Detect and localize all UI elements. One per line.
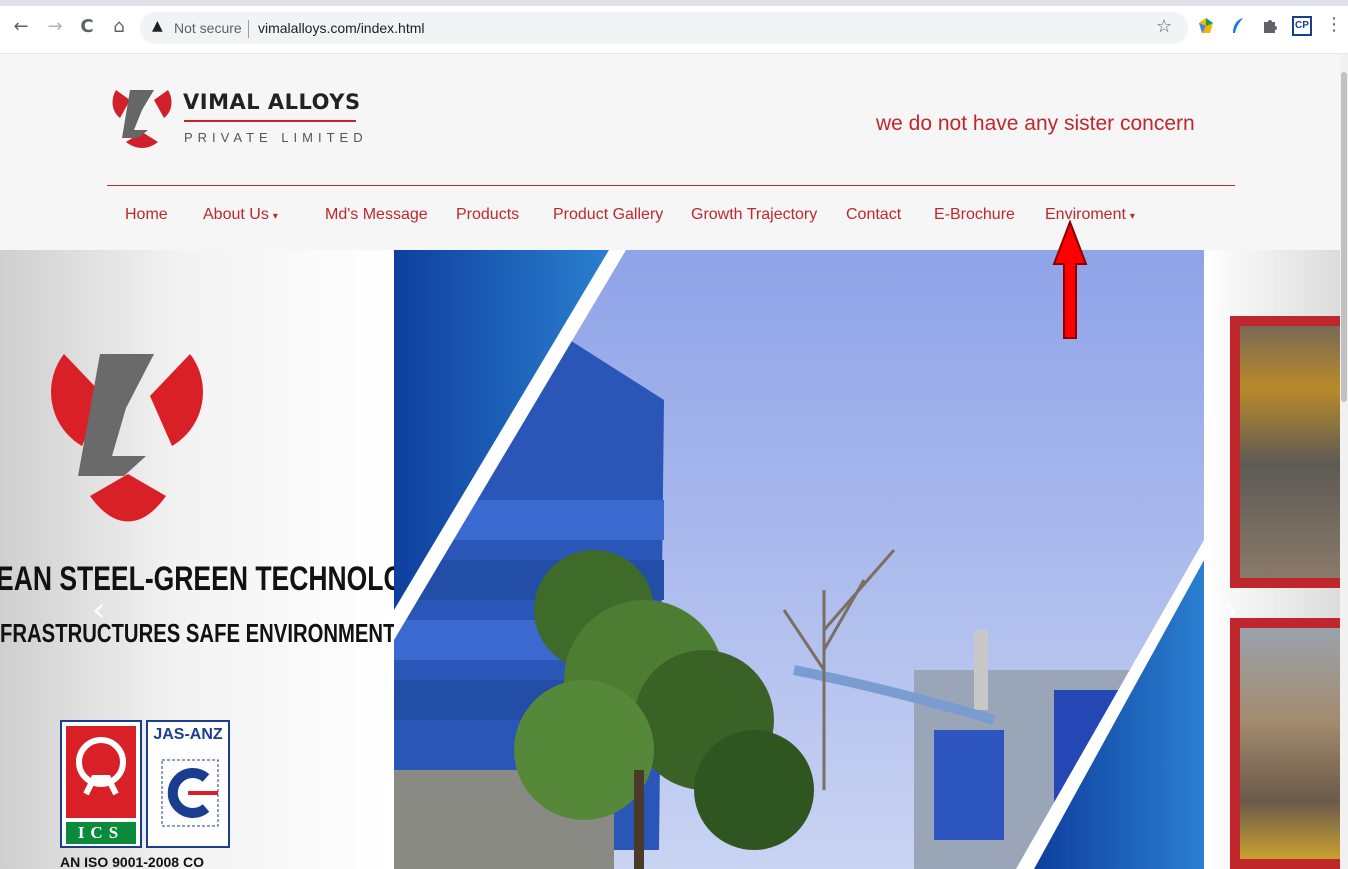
caret-down-icon: ▾ xyxy=(1129,211,1135,222)
url-text[interactable]: vimalalloys.com/index.html xyxy=(258,20,425,36)
ics-label: ICS xyxy=(66,822,136,844)
omega-seal-icon xyxy=(76,737,126,796)
jas-anz-label: JAS-ANZ xyxy=(153,726,223,743)
bookmark-star-icon[interactable]: ☆ xyxy=(1156,16,1172,37)
security-status[interactable]: Not secure xyxy=(174,20,242,36)
nav-item-contact[interactable]: Contact xyxy=(846,206,901,224)
slide-heading-line1: EAN STEEL-GREEN TECHNOLOGY xyxy=(0,560,443,598)
header-tagline: we do not have any sister concern xyxy=(876,112,1195,135)
scrollbar-thumb[interactable] xyxy=(1341,72,1347,402)
main-nav: Home About Us ▾ Md's Message Products Pro… xyxy=(0,206,1340,230)
browser-menu-icon[interactable]: ⋮ xyxy=(1325,14,1343,35)
slide-photo xyxy=(394,250,1204,869)
map-extension-icon[interactable] xyxy=(1196,16,1216,36)
home-icon[interactable]: ⌂ xyxy=(108,16,130,38)
address-bar[interactable]: ▲ Not secure vimalalloys.com/index.html xyxy=(140,12,1188,44)
brand-underline xyxy=(184,120,356,122)
cert-caption: AN ISO 9001-2008 CO xyxy=(60,854,204,869)
browser-toolbar: ← → C ⌂ ▲ Not secure vimalalloys.com/ind… xyxy=(0,0,1348,54)
tab-strip xyxy=(0,0,1348,6)
nav-item-products[interactable]: Products xyxy=(456,206,519,224)
jas-anz-badge: JAS-ANZ xyxy=(146,720,230,848)
slide-heading-line2: FRASTRUCTURES SAFE ENVIRONMENT xyxy=(0,618,396,648)
company-logo-icon[interactable] xyxy=(108,80,176,152)
puzzle-extension-icon[interactable] xyxy=(1260,16,1280,36)
back-icon[interactable]: ← xyxy=(10,16,32,38)
gallery-thumb-machinery[interactable] xyxy=(1230,316,1340,588)
nav-item-growth-trajectory[interactable]: Growth Trajectory xyxy=(691,206,817,224)
jas-anz-seal-icon xyxy=(161,759,219,827)
gallery-thumb-cargo[interactable] xyxy=(1230,618,1340,869)
nav-item-mds-message[interactable]: Md's Message xyxy=(325,206,428,224)
slider-prev-icon[interactable]: ‹ xyxy=(92,590,106,630)
feather-extension-icon[interactable] xyxy=(1228,16,1248,36)
factory-photo xyxy=(394,250,1204,869)
nav-item-label: About Us xyxy=(203,206,269,223)
nav-item-product-gallery[interactable]: Product Gallery xyxy=(553,206,663,224)
address-separator xyxy=(248,20,249,38)
page-scrollbar[interactable] xyxy=(1340,54,1348,869)
ics-badge: ICS xyxy=(60,720,142,848)
nav-item-home[interactable]: Home xyxy=(125,206,168,224)
slider-next-icon[interactable]: › xyxy=(1224,590,1238,630)
certification-badges: ICS JAS-ANZ xyxy=(60,720,230,850)
warning-icon[interactable]: ▲ xyxy=(152,18,163,34)
header-divider xyxy=(107,185,1235,186)
hero-slider: EAN STEEL-GREEN TECHNOLOGY FRASTRUCTURES… xyxy=(0,250,1340,869)
nav-item-e-brochure[interactable]: E-Brochure xyxy=(934,206,1015,224)
web-page: VIMAL ALLOYS PRIVATE LIMITED we do not h… xyxy=(0,54,1340,869)
forward-icon[interactable]: → xyxy=(44,16,66,38)
reload-icon[interactable]: C xyxy=(76,16,98,38)
caret-down-icon: ▾ xyxy=(272,211,278,222)
nav-item-about-us[interactable]: About Us ▾ xyxy=(203,206,278,224)
site-header: VIMAL ALLOYS PRIVATE LIMITED we do not h… xyxy=(0,54,1340,250)
brand-name: VIMAL ALLOYS xyxy=(183,90,361,114)
brand-subtitle: PRIVATE LIMITED xyxy=(184,130,368,145)
cp-extension-icon[interactable]: CP xyxy=(1292,16,1312,36)
slide-right-panel: › xyxy=(1204,250,1340,869)
slide-left-panel: EAN STEEL-GREEN TECHNOLOGY FRASTRUCTURES… xyxy=(0,250,442,869)
annotation-arrow-icon xyxy=(1052,220,1088,339)
large-logo-icon xyxy=(51,354,203,522)
